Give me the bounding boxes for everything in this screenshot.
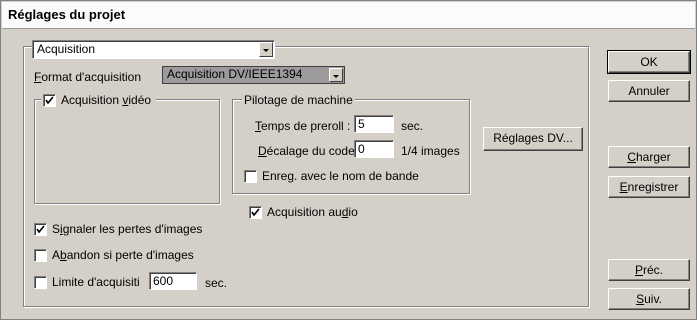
timecode-offset-input[interactable]: 0 <box>354 140 394 158</box>
previous-button[interactable]: Préc. <box>608 259 690 281</box>
timecode-offset-label: Décalage du code <box>258 144 355 158</box>
audio-label: Acquisition audio <box>267 205 358 219</box>
title-bar: Réglages du projet <box>2 2 695 29</box>
dv-settings-button[interactable]: Réglages DV... <box>483 127 583 151</box>
tape-name-label: Enreg. avec le nom de bande <box>262 169 419 183</box>
capture-limit-checkbox[interactable] <box>34 276 47 289</box>
machine-control-title: Pilotage de machine <box>242 93 355 107</box>
report-drops-label: Signaler les pertes d'images <box>52 222 203 236</box>
abort-drops-checkbox[interactable] <box>34 249 47 262</box>
audio-checkbox[interactable] <box>249 206 262 219</box>
preroll-input[interactable]: 5 <box>354 115 394 133</box>
video-checkbox[interactable] <box>43 94 56 107</box>
capture-limit-label: Limite d'acquisiti <box>52 275 140 289</box>
cancel-button[interactable]: Annuler <box>608 80 690 102</box>
format-label: Format d'acquisition <box>34 70 142 84</box>
timecode-offset-value: 0 <box>358 142 365 156</box>
check-icon <box>251 208 260 217</box>
abort-drops-label: Abandon si perte d'images <box>52 248 194 262</box>
format-select[interactable]: Acquisition DV/IEEE1394 <box>162 66 345 84</box>
chevron-down-icon[interactable] <box>329 68 343 82</box>
dialog-title: Réglages du projet <box>8 7 126 22</box>
chevron-down-icon[interactable] <box>259 42 273 57</box>
video-group-header: Acquisition vidéo <box>41 93 157 107</box>
next-button[interactable]: Suiv. <box>608 288 690 310</box>
capture-limit-unit: sec. <box>205 276 228 290</box>
section-select-value: Acquisition <box>37 42 96 56</box>
preroll-value: 5 <box>358 117 365 131</box>
check-icon <box>45 96 54 105</box>
load-button[interactable]: Charger <box>608 146 690 168</box>
video-group <box>34 99 220 204</box>
tape-name-checkbox[interactable] <box>244 170 257 183</box>
capture-limit-value: 600 <box>153 274 174 288</box>
ok-button[interactable]: OK <box>607 50 691 74</box>
section-select[interactable]: Acquisition <box>32 40 275 59</box>
video-checkbox-label: Acquisition vidéo <box>61 93 152 107</box>
format-select-value: Acquisition DV/IEEE1394 <box>167 67 303 81</box>
project-settings-dialog: Réglages du projet Acquisition Format d'… <box>0 0 697 320</box>
capture-limit-input[interactable]: 600 <box>149 272 197 290</box>
preroll-label: Temps de preroll : <box>255 119 351 133</box>
timecode-offset-unit: 1/4 images <box>401 144 460 158</box>
check-icon <box>36 225 45 234</box>
report-drops-checkbox[interactable] <box>34 223 47 236</box>
preroll-unit: sec. <box>401 119 424 133</box>
save-button[interactable]: Enregistrer <box>608 176 690 198</box>
